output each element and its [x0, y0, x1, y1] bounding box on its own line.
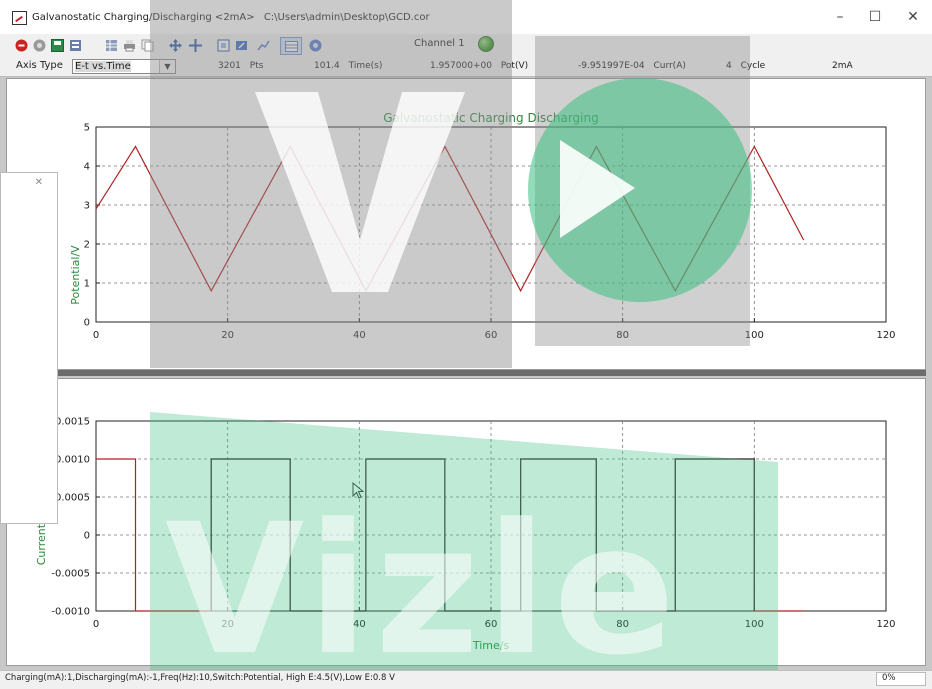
y-tick-label: 0.0010 — [55, 455, 90, 466]
window-title-text: Galvanostatic Charging/Discharging <2mA> — [32, 12, 255, 23]
toolbar — [0, 34, 932, 56]
time-value: 101.4 — [314, 61, 340, 71]
x-tick-label: 100 — [745, 619, 764, 630]
x-tick-label: 40 — [353, 330, 366, 341]
settings-icon[interactable] — [308, 38, 322, 52]
y-tick-label: 1 — [84, 279, 90, 290]
x-tick-label: 0 — [93, 330, 99, 341]
x-tick-label: 40 — [353, 619, 366, 630]
y-tick-label: 0.0015 — [55, 417, 90, 428]
y-tick-label: -0.0010 — [51, 607, 90, 618]
cycle-value: 4 — [726, 61, 732, 71]
channel-label: Channel 1 — [414, 38, 465, 49]
current-unit: Curr(A) — [653, 61, 686, 71]
chevron-down-icon[interactable]: ▼ — [159, 60, 175, 73]
axis-type-select[interactable]: E-t vs.Time ▼ — [72, 59, 176, 74]
window-title: Galvanostatic Charging/Discharging <2mA>… — [32, 12, 430, 23]
y-tick-label: 4 — [84, 162, 90, 173]
x-tick-label: 0 — [93, 619, 99, 630]
x-axis-label: Time/s — [472, 639, 510, 652]
x-tick-label: 20 — [221, 330, 234, 341]
potential-chart-panel: 0 1 2 3 4 5 0 20 40 60 80 100 120 Galvanostatic Cha… — [6, 78, 926, 370]
axis-type-value: E-t vs.Time — [75, 61, 131, 72]
x-tick-label: 60 — [485, 330, 498, 341]
y-tick-label: 0.0005 — [55, 493, 90, 504]
move-icon[interactable] — [168, 38, 182, 52]
report-icon[interactable] — [68, 38, 82, 52]
x-tick-label: 60 — [485, 619, 498, 630]
current-readout: -9.951997E-04 Curr(A) — [578, 61, 686, 71]
panel-splitter[interactable] — [6, 370, 926, 376]
potential-unit: Pot(V) — [500, 61, 529, 71]
window-file-path: C:\Users\admin\Desktop\GCD.cor — [263, 12, 430, 23]
side-panel: ✕ — [0, 172, 58, 524]
pause-icon[interactable] — [32, 38, 46, 52]
x-tick-label: 120 — [876, 619, 895, 630]
x-tick-label: 120 — [876, 330, 895, 341]
stop-icon[interactable] — [14, 38, 28, 52]
crosshair-icon[interactable] — [188, 38, 202, 52]
axis-type-label: Axis Type — [16, 60, 63, 71]
y-axis-label: Potential/V — [69, 245, 82, 305]
points-readout: 3201 Pts — [218, 61, 263, 71]
plot-area — [95, 420, 887, 612]
x-tick-labels: 0 20 40 60 80 100 120 — [93, 619, 896, 630]
close-button[interactable]: ✕ — [898, 6, 928, 28]
copy-icon[interactable] — [140, 38, 154, 52]
cycle-unit: Cycle — [740, 61, 766, 71]
potential-chart[interactable]: 0 1 2 3 4 5 0 20 40 60 80 100 120 Galvanostatic Cha… — [7, 79, 925, 369]
grid-icon[interactable] — [280, 37, 302, 55]
title-bar: Galvanostatic Charging/Discharging <2mA>… — [0, 0, 932, 35]
print-icon[interactable] — [122, 38, 136, 52]
zoom-icon[interactable] — [216, 38, 230, 52]
current-setting: 2mA — [832, 61, 853, 71]
x-tick-label: 80 — [616, 330, 629, 341]
maximize-button[interactable]: ☐ — [860, 6, 890, 28]
save-icon[interactable] — [50, 38, 64, 52]
time-unit: Time(s) — [348, 61, 383, 71]
x-tick-labels: 0 20 40 60 80 100 120 — [93, 330, 896, 341]
chart-title: Galvanostatic Charging Discharging — [383, 111, 598, 125]
y-tick-labels: 0 1 2 3 4 5 — [84, 123, 90, 329]
cycle-readout: 4 Cycle — [726, 61, 765, 71]
current-chart-panel: -0.0010 -0.0005 0 0.0005 0.0010 0.0015 0 20 40 6… — [6, 378, 926, 666]
points-unit: Pts — [249, 61, 264, 71]
mouse-cursor-icon — [352, 482, 365, 499]
fit-icon[interactable] — [256, 38, 270, 52]
channel-status-icon — [478, 36, 494, 52]
current-value: -9.951997E-04 — [578, 61, 645, 71]
x-tick-label: 80 — [616, 619, 629, 630]
potential-value: 1.957000+00 — [430, 61, 492, 71]
minimize-button[interactable]: – — [825, 6, 855, 28]
y-tick-label: 3 — [84, 201, 90, 212]
status-parameters: Charging(mA):1,Discharging(mA):-1,Freq(H… — [5, 673, 395, 683]
progress-value: 0% — [882, 673, 896, 683]
potential-readout: 1.957000+00 Pot(V) — [430, 61, 528, 71]
x-tick-label: 100 — [745, 330, 764, 341]
current-chart[interactable]: -0.0010 -0.0005 0 0.0005 0.0010 0.0015 0 20 40 6… — [7, 379, 925, 665]
points-value: 3201 — [218, 61, 241, 71]
y-tick-label: -0.0005 — [51, 569, 90, 580]
export-icon[interactable] — [234, 38, 248, 52]
x-tick-label: 20 — [221, 619, 234, 630]
y-tick-label: 5 — [84, 123, 90, 134]
app-icon — [12, 11, 27, 25]
table-icon[interactable] — [104, 38, 118, 52]
y-tick-label: 0 — [84, 531, 90, 542]
y-tick-label: 2 — [84, 240, 90, 251]
close-icon[interactable]: ✕ — [35, 177, 43, 188]
time-readout: 101.4 Time(s) — [314, 61, 382, 71]
y-tick-label: 0 — [84, 318, 90, 329]
